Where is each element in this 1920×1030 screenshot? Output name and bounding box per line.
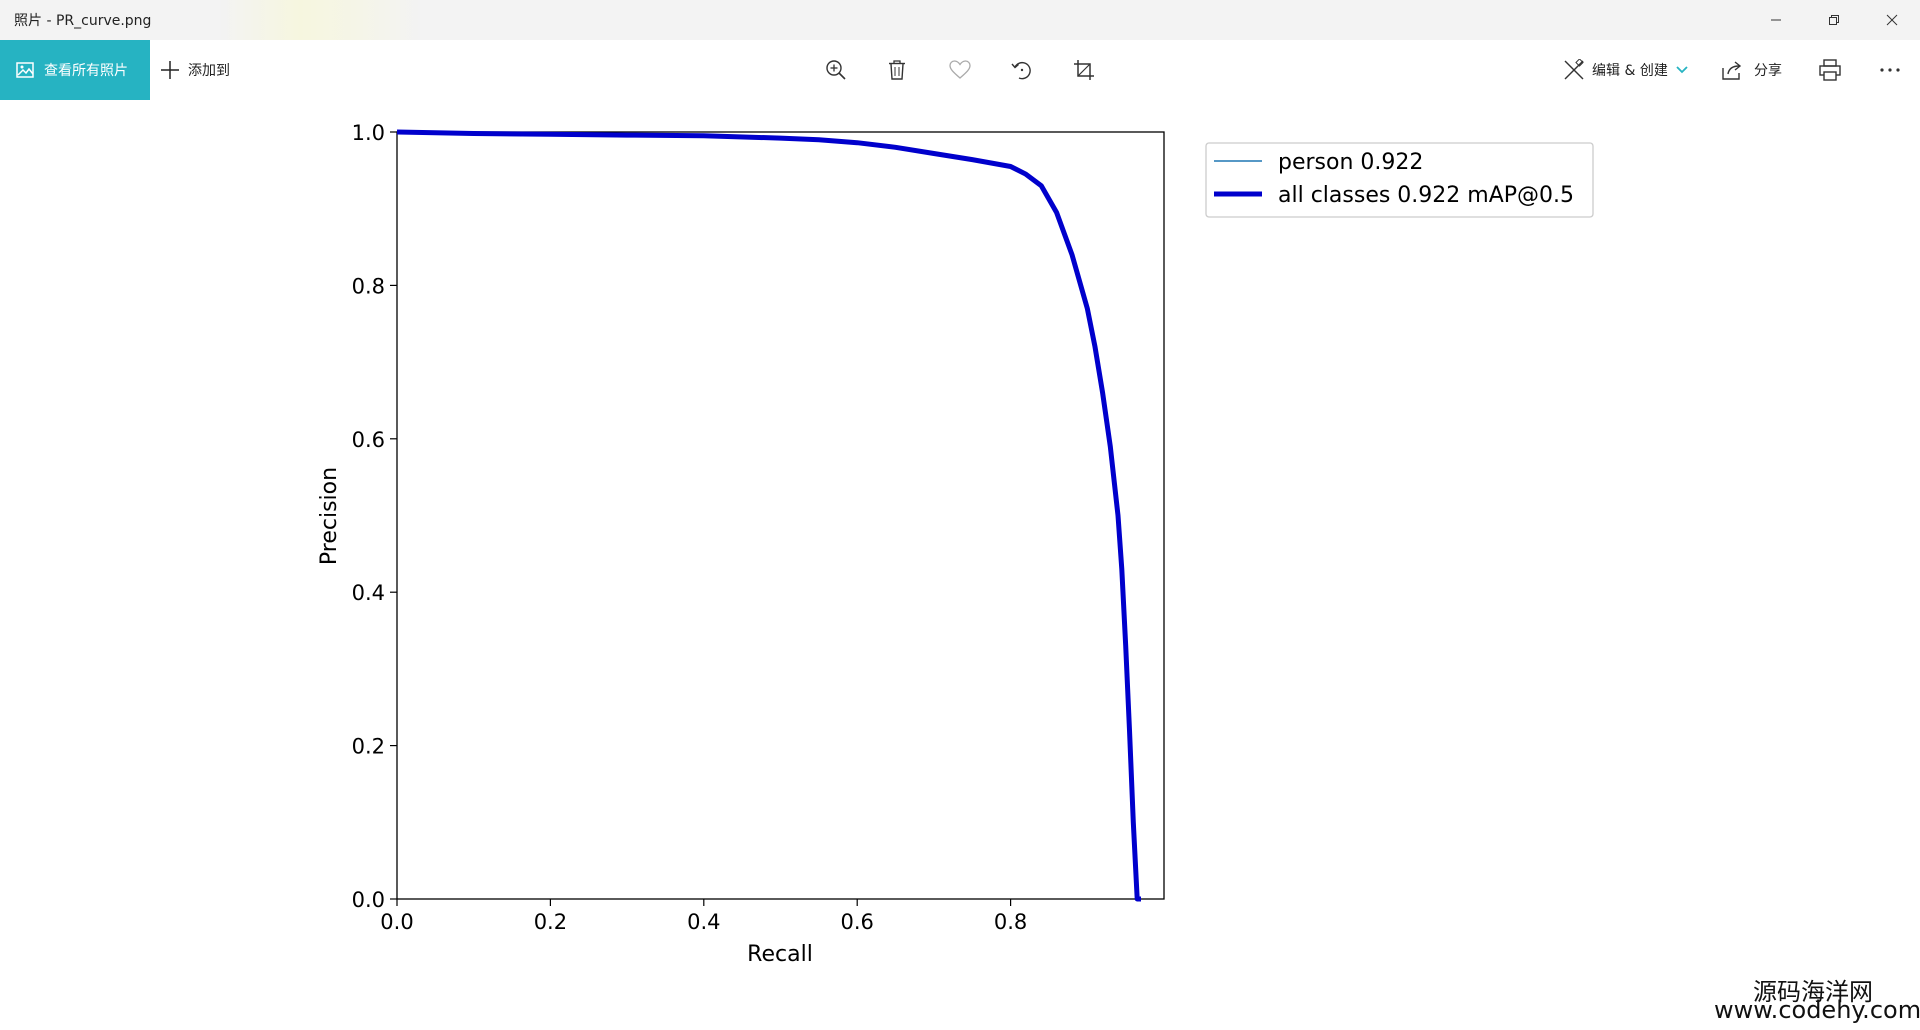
- pr-curve-chart: 0.0 0.2 0.4 0.6 0.8 0.0 0.2 0.4 0.6 0.8 1.0 Recall…: [317, 121, 1594, 967]
- watermark-url: www.codehy.com: [1714, 996, 1920, 1024]
- y-tick-label: 0.2: [352, 735, 385, 759]
- x-tick-label: 0.4: [687, 910, 720, 934]
- legend-label-person: person 0.922: [1278, 150, 1423, 175]
- x-tick-label: 0.0: [380, 910, 413, 934]
- x-tick-label: 0.8: [994, 910, 1027, 934]
- y-tick-label: 0.6: [352, 428, 385, 452]
- y-axis-label: Precision: [317, 467, 342, 565]
- legend-label-all-classes: all classes 0.922 mAP@0.5: [1278, 183, 1574, 208]
- y-tick-label: 0.8: [352, 274, 385, 298]
- x-tick-label: 0.2: [534, 910, 567, 934]
- legend: person 0.922 all classes 0.922 mAP@0.5: [1205, 142, 1594, 218]
- plot-area: [396, 131, 1165, 900]
- y-tick-label: 0.4: [352, 581, 385, 605]
- x-axis-label: Recall: [747, 942, 813, 967]
- y-tick-label: 1.0: [352, 121, 385, 145]
- y-tick-label: 0.0: [352, 888, 385, 912]
- x-tick-label: 0.6: [840, 910, 873, 934]
